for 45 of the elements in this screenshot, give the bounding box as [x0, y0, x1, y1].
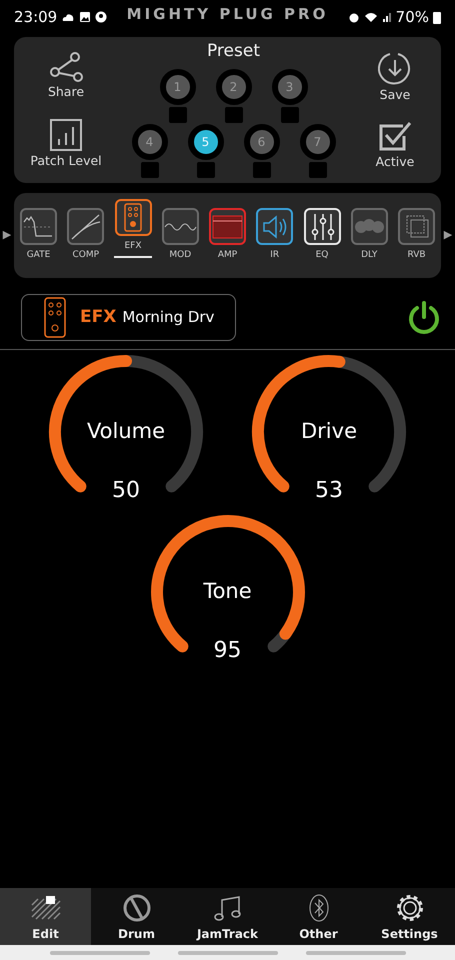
battery-percent: 70%: [396, 6, 429, 28]
nav-tab[interactable]: Edit: [0, 888, 91, 945]
image-icon: [79, 11, 92, 23]
nav-tab[interactable]: Drum: [91, 888, 182, 945]
preset-indicator: [252, 162, 270, 178]
module-select-button[interactable]: EFX Morning Drv: [21, 294, 236, 341]
knob-label: Drive: [300, 418, 358, 445]
knob-label: Tone: [202, 578, 253, 605]
share-icon: [48, 52, 83, 82]
drum-icon: [120, 893, 152, 923]
power-button[interactable]: [407, 300, 441, 336]
power-icon: [407, 300, 441, 336]
wifi-icon: [364, 11, 378, 23]
preset-indicator: [224, 106, 242, 122]
knob-label: Volume: [86, 418, 166, 445]
checkbox-icon: [378, 120, 412, 152]
knob-value: 95: [212, 637, 242, 665]
wave-icon: [164, 220, 197, 233]
status-time: 23:09: [14, 6, 58, 28]
music-note-icon: [212, 893, 244, 923]
preset-indicator: [308, 162, 326, 178]
bar-chart-icon: [50, 118, 82, 151]
preset-indicator: [168, 106, 186, 122]
cloud-icon: [61, 12, 76, 22]
knob-value: 53: [314, 477, 344, 505]
save-button[interactable]: Save: [378, 50, 412, 104]
knob-value: 50: [111, 477, 141, 505]
preset-title: Preset: [206, 40, 260, 63]
signal-icon: [382, 11, 392, 23]
account-icon: [95, 11, 108, 23]
nav-tab[interactable]: Other: [273, 888, 364, 945]
battery-icon: [433, 10, 441, 24]
nav-tab[interactable]: JamTrack: [182, 888, 273, 945]
scroll-right-arrow[interactable]: ▶: [441, 227, 455, 244]
scroll-left-arrow[interactable]: ▶: [0, 227, 14, 244]
download-icon: [378, 50, 412, 85]
share-button[interactable]: Share: [48, 52, 84, 102]
preset-indicator: [280, 106, 298, 122]
active-button[interactable]: Active: [376, 120, 414, 172]
app-title: MIGHTY PLUG PRO: [126, 4, 328, 25]
pedal-icon: [42, 296, 68, 340]
nav-tab[interactable]: Settings: [364, 888, 455, 945]
preset-indicator: [140, 162, 158, 178]
patch-level-button[interactable]: Patch Level: [30, 118, 102, 170]
preset-indicator: [196, 162, 214, 178]
